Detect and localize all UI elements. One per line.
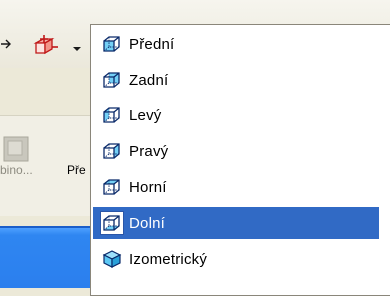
cube-left-icon [101, 104, 123, 126]
red-cube-transform-icon[interactable] [30, 33, 60, 64]
arrow-right-icon[interactable] [0, 37, 12, 56]
cube-back-icon [101, 69, 123, 91]
menu-item-label: Horní [129, 178, 167, 196]
menu-item-6[interactable]: Izometrický [93, 243, 379, 275]
cube-right-icon [101, 140, 123, 162]
cube-bottom-icon [100, 211, 124, 235]
menu-item-5[interactable]: Dolní [93, 207, 379, 239]
cube-isometric-icon [101, 248, 123, 270]
menu-item-label: Přední [129, 35, 175, 53]
menu-item-0[interactable]: Přední [93, 28, 379, 60]
cube-top-icon [101, 176, 123, 198]
menu-item-label: Pravý [129, 142, 169, 160]
menu-item-label: Zadní [129, 71, 169, 89]
chevron-down-icon[interactable] [72, 40, 82, 58]
pre-label[interactable]: Pře [67, 163, 86, 177]
menu-item-label: Dolní [129, 214, 166, 232]
view-orientation-menu: Přední Zadní Levý Pravý Horní Dolní Izom… [90, 24, 390, 296]
menu-item-2[interactable]: Levý [93, 99, 379, 131]
menu-item-label: Levý [129, 106, 162, 124]
combine-label[interactable]: bino... [0, 163, 33, 177]
menu-item-3[interactable]: Pravý [93, 135, 379, 167]
menu-item-label: Izometrický [129, 250, 208, 268]
cube-front-icon [101, 33, 123, 55]
menu-item-1[interactable]: Zadní [93, 64, 379, 96]
menu-item-4[interactable]: Horní [93, 171, 379, 203]
